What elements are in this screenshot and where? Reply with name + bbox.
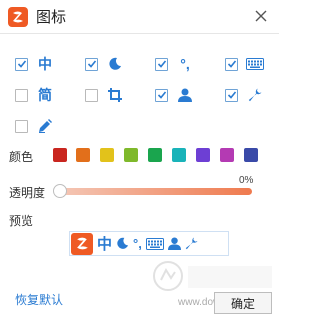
ok-button[interactable]: 确定 xyxy=(214,292,272,314)
transparency-slider-track[interactable] xyxy=(59,188,252,195)
toolbar-preview: 中 °, xyxy=(69,231,229,256)
transparency-value: 0% xyxy=(239,175,254,186)
checkbox-pen[interactable] xyxy=(15,119,28,133)
app-logo-icon xyxy=(8,6,28,27)
option-user[interactable] xyxy=(155,85,205,105)
preview-keyboard-icon xyxy=(145,234,164,254)
restore-defaults-link[interactable]: 恢复默认 xyxy=(15,291,63,308)
checkbox-user[interactable] xyxy=(155,88,168,102)
transparency-label: 透明度 xyxy=(9,186,46,200)
option-moon[interactable] xyxy=(85,54,135,74)
color-swatch-red[interactable] xyxy=(53,148,67,162)
window-title: 图标 xyxy=(36,9,67,26)
color-swatch-teal[interactable] xyxy=(172,148,186,162)
checkbox-wrench[interactable] xyxy=(225,88,238,102)
title-bar: 图标 xyxy=(0,0,279,34)
preview-punctuation-icon: °, xyxy=(133,236,142,251)
option-keyboard[interactable] xyxy=(225,54,275,74)
color-swatch-lime[interactable] xyxy=(124,148,138,162)
checkbox-keyboard[interactable] xyxy=(225,57,238,71)
crop-icon xyxy=(106,86,124,104)
cn-mode-icon: 中 xyxy=(38,57,52,73)
color-label: 颜色 xyxy=(9,150,34,164)
option-simplified[interactable]: 简 xyxy=(15,85,65,105)
color-swatch-purple[interactable] xyxy=(196,148,210,162)
moon-icon xyxy=(106,55,124,73)
wrench-icon xyxy=(246,86,264,104)
transparency-slider-thumb[interactable] xyxy=(53,184,67,198)
checkbox-cn[interactable] xyxy=(15,57,28,71)
preview-label: 预览 xyxy=(9,214,34,228)
preview-cn-icon: 中 xyxy=(97,235,113,253)
keyboard-icon xyxy=(246,55,264,73)
preview-user-icon xyxy=(167,234,181,254)
checkbox-moon[interactable] xyxy=(85,57,98,71)
pen-icon xyxy=(36,117,54,135)
option-punct[interactable]: °, xyxy=(155,54,205,74)
simplified-icon: 简 xyxy=(38,88,52,104)
checkbox-simplified[interactable] xyxy=(15,88,28,102)
option-crop[interactable] xyxy=(85,85,135,105)
user-icon xyxy=(176,86,194,104)
checkbox-punct[interactable] xyxy=(155,57,168,71)
color-swatch-magenta[interactable] xyxy=(220,148,234,162)
preview-wrench-icon xyxy=(185,234,198,254)
color-swatch-orange[interactable] xyxy=(76,148,90,162)
color-swatch-green[interactable] xyxy=(148,148,162,162)
close-icon[interactable] xyxy=(253,8,269,24)
color-swatch-navy[interactable] xyxy=(244,148,258,162)
preview-logo-icon xyxy=(71,232,93,255)
checkbox-crop[interactable] xyxy=(85,88,98,102)
punctuation-icon: °, xyxy=(180,56,190,72)
preview-moon-icon xyxy=(116,234,129,254)
option-wrench[interactable] xyxy=(225,85,275,105)
option-cn[interactable]: 中 xyxy=(15,54,65,74)
color-swatch-yellow[interactable] xyxy=(100,148,114,162)
option-pen[interactable] xyxy=(15,116,65,136)
